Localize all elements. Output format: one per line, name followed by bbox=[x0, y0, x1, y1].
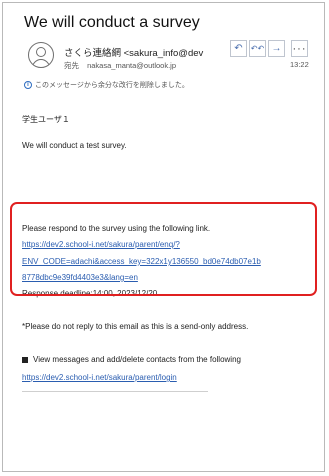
recipient-line: 宛先 nakasa_manta@outlook.jp bbox=[64, 60, 176, 71]
more-icon: ··· bbox=[292, 42, 307, 55]
reply-button[interactable]: ↶ bbox=[230, 40, 247, 57]
reply-all-icon: ↶↶ bbox=[250, 44, 265, 53]
greeting: 学生ユーザ１ bbox=[22, 115, 70, 124]
reply-icon: ↶ bbox=[234, 43, 243, 54]
bullet-square-icon bbox=[22, 356, 28, 363]
divider bbox=[22, 391, 208, 392]
notice-text: このメッセージから余分な改行を削除しました。 bbox=[35, 82, 189, 89]
line-break-notice[interactable]: i このメッセージから余分な改行を削除しました。 bbox=[24, 80, 189, 90]
email-subject: We will conduct a survey bbox=[24, 14, 200, 31]
highlight-box bbox=[10, 202, 317, 296]
info-icon: i bbox=[24, 81, 32, 89]
sender-name[interactable]: さくら連絡網 <sakura_info@dev bbox=[64, 45, 203, 59]
to-label: 宛先 bbox=[64, 61, 79, 70]
reply-all-button[interactable]: ↶↶ bbox=[249, 40, 266, 57]
intro-text: We will conduct a test survey. bbox=[22, 141, 127, 150]
avatar-icon bbox=[28, 42, 54, 68]
forward-icon: → bbox=[271, 43, 282, 54]
received-time: 13:22 bbox=[290, 60, 309, 69]
view-messages-line: View messages and add/delete contacts fr… bbox=[22, 355, 241, 364]
email-actions: ↶ ↶↶ → ··· bbox=[230, 40, 310, 57]
view-messages-text: View messages and add/delete contacts fr… bbox=[33, 355, 241, 364]
no-reply-note: *Please do not reply to this email as th… bbox=[22, 322, 249, 331]
forward-button[interactable]: → bbox=[268, 40, 285, 57]
login-link[interactable]: https://dev2.school-i.net/sakura/parent/… bbox=[22, 373, 177, 382]
more-options-button[interactable]: ··· bbox=[291, 40, 308, 57]
to-address[interactable]: nakasa_manta@outlook.jp bbox=[87, 61, 176, 70]
